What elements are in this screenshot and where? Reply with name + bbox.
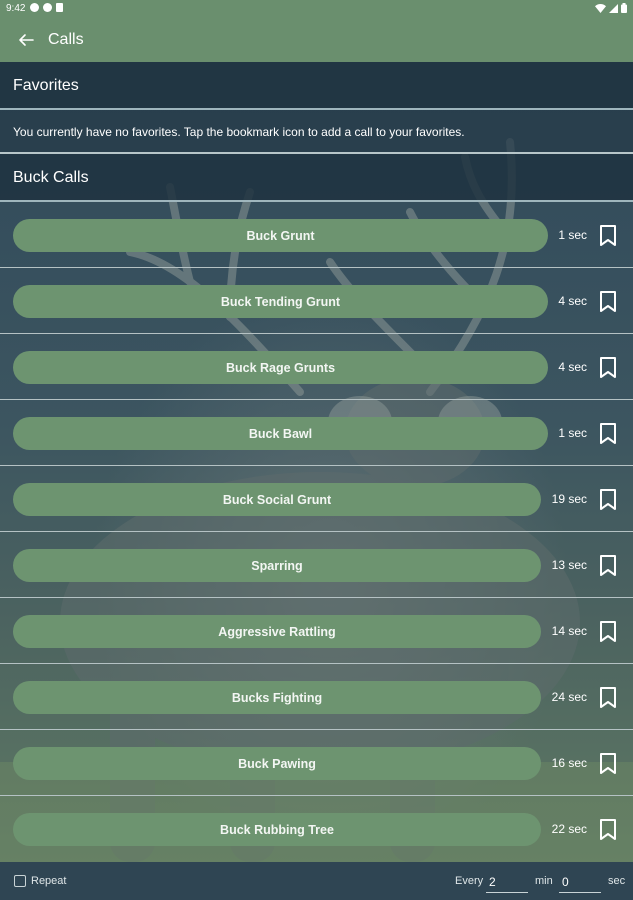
call-row: Sparring 13 sec — [0, 532, 633, 598]
wifi-icon — [595, 3, 606, 13]
bookmark-icon[interactable] — [599, 291, 617, 313]
repeat-label: Repeat — [31, 875, 67, 887]
call-row: Bucks Fighting 24 sec — [0, 664, 633, 730]
bookmark-icon[interactable] — [599, 423, 617, 445]
call-duration: 24 sec — [551, 690, 587, 704]
call-play-button[interactable]: Buck Social Grunt — [13, 483, 541, 516]
call-play-button[interactable]: Buck Grunt — [13, 219, 548, 252]
bookmark-icon[interactable] — [599, 489, 617, 511]
status-bar: 9:42 — [0, 0, 633, 17]
call-row: Buck Tending Grunt 4 sec — [0, 268, 633, 334]
call-row: Buck Pawing 16 sec — [0, 730, 633, 796]
call-play-button[interactable]: Buck Bawl — [13, 417, 548, 450]
favorites-header: Favorites — [0, 62, 633, 110]
status-icons — [595, 3, 627, 13]
call-duration: 13 sec — [551, 558, 587, 572]
battery-icon — [621, 3, 627, 13]
repeat-controls-bar: Repeat Every min sec — [0, 862, 633, 900]
call-list: Buck Grunt 1 sec Buck Tending Grunt 4 se… — [0, 202, 633, 862]
back-button[interactable] — [14, 28, 38, 52]
notification-icons — [30, 3, 63, 12]
minutes-label: min — [535, 875, 553, 887]
call-play-button[interactable]: Buck Pawing — [13, 747, 541, 780]
buck-calls-header: Buck Calls — [0, 154, 633, 202]
bookmark-icon[interactable] — [599, 621, 617, 643]
bookmark-icon[interactable] — [599, 753, 617, 775]
call-duration: 22 sec — [551, 822, 587, 836]
call-row: Buck Grunt 1 sec — [0, 202, 633, 268]
call-play-button[interactable]: Buck Rubbing Tree — [13, 813, 541, 846]
favorites-title: Favorites — [13, 77, 79, 94]
notification-icon — [30, 3, 39, 12]
call-duration: 19 sec — [551, 492, 587, 506]
buck-calls-title: Buck Calls — [13, 169, 89, 186]
bookmark-icon[interactable] — [599, 819, 617, 841]
call-duration: 4 sec — [558, 360, 587, 374]
arrow-left-icon — [19, 34, 34, 46]
notification-icon — [56, 3, 63, 12]
bookmark-icon[interactable] — [599, 225, 617, 247]
call-play-button[interactable]: Sparring — [13, 549, 541, 582]
bookmark-icon[interactable] — [599, 357, 617, 379]
call-row: Buck Rage Grunts 4 sec — [0, 334, 633, 400]
call-play-button[interactable]: Aggressive Rattling — [13, 615, 541, 648]
favorites-empty-state: You currently have no favorites. Tap the… — [0, 110, 633, 154]
call-duration: 14 sec — [551, 624, 587, 638]
call-duration: 4 sec — [558, 294, 587, 308]
bookmark-icon[interactable] — [599, 687, 617, 709]
call-duration: 1 sec — [558, 426, 587, 440]
call-duration: 16 sec — [551, 756, 587, 770]
favorites-empty-message: You currently have no favorites. Tap the… — [13, 125, 465, 139]
bookmark-icon[interactable] — [599, 555, 617, 577]
interval-seconds-input[interactable] — [559, 872, 601, 893]
interval-minutes-input[interactable] — [486, 872, 528, 893]
calls-content: Favorites You currently have no favorite… — [0, 62, 633, 862]
call-row: Aggressive Rattling 14 sec — [0, 598, 633, 664]
call-play-button[interactable]: Bucks Fighting — [13, 681, 541, 714]
every-label: Every — [455, 875, 484, 887]
call-play-button[interactable]: Buck Rage Grunts — [13, 351, 548, 384]
page-title: Calls — [48, 31, 84, 48]
call-row: Buck Social Grunt 19 sec — [0, 466, 633, 532]
seconds-label: sec — [608, 875, 626, 887]
repeat-checkbox[interactable] — [14, 875, 26, 887]
call-duration: 1 sec — [558, 228, 587, 242]
call-play-button[interactable]: Buck Tending Grunt — [13, 285, 548, 318]
notification-icon — [43, 3, 52, 12]
call-row: Buck Rubbing Tree 22 sec — [0, 796, 633, 862]
signal-icon — [609, 3, 618, 13]
call-row: Buck Bawl 1 sec — [0, 400, 633, 466]
app-bar: Calls — [0, 17, 633, 62]
status-time: 9:42 — [6, 3, 26, 14]
